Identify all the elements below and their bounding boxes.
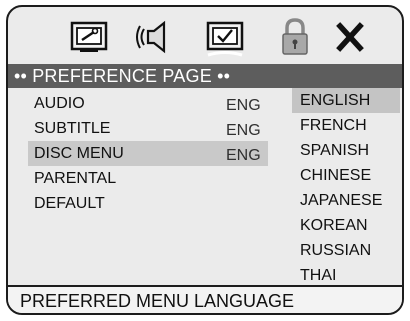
option-russian[interactable]: RUSSIAN <box>292 238 400 263</box>
toolbar <box>8 7 402 63</box>
option-spanish[interactable]: SPANISH <box>292 138 400 163</box>
language-options-list: ENGLISH FRENCH SPANISH CHINESE JAPANESE … <box>292 88 400 288</box>
preference-panel: •• PREFERENCE PAGE •• AUDIO ENG SUBTITLE… <box>6 5 404 315</box>
menu-item-subtitle[interactable]: SUBTITLE ENG <box>28 116 268 141</box>
menu-item-label: DISC MENU <box>34 145 124 162</box>
menu-item-label: AUDIO <box>34 95 85 112</box>
preference-check-icon[interactable] <box>204 17 248 57</box>
option-english[interactable]: ENGLISH <box>292 88 400 113</box>
option-chinese[interactable]: CHINESE <box>292 163 400 188</box>
close-x-icon[interactable] <box>332 17 368 57</box>
menu-item-value: ENG <box>226 122 261 139</box>
menu-item-disc-menu[interactable]: DISC MENU ENG <box>28 141 268 166</box>
menu-item-audio[interactable]: AUDIO ENG <box>28 91 268 116</box>
menu-item-value: ENG <box>226 97 261 114</box>
setup-icon[interactable] <box>68 17 114 57</box>
page-title: •• PREFERENCE PAGE •• <box>8 64 402 88</box>
option-japanese[interactable]: JAPANESE <box>292 188 400 213</box>
option-korean[interactable]: KOREAN <box>292 213 400 238</box>
menu-item-label: PARENTAL <box>34 170 117 187</box>
speaker-icon[interactable] <box>134 17 178 57</box>
menu-item-label: DEFAULT <box>34 195 105 212</box>
option-french[interactable]: FRENCH <box>292 113 400 138</box>
menu-item-value: ENG <box>226 147 261 164</box>
status-bar: PREFERRED MENU LANGUAGE <box>8 285 402 313</box>
settings-menu: AUDIO ENG SUBTITLE ENG DISC MENU ENG PAR… <box>28 91 268 216</box>
menu-item-parental[interactable]: PARENTAL <box>28 166 268 191</box>
menu-item-default[interactable]: DEFAULT <box>28 191 268 216</box>
menu-item-label: SUBTITLE <box>34 120 111 137</box>
lock-icon[interactable] <box>278 17 312 57</box>
